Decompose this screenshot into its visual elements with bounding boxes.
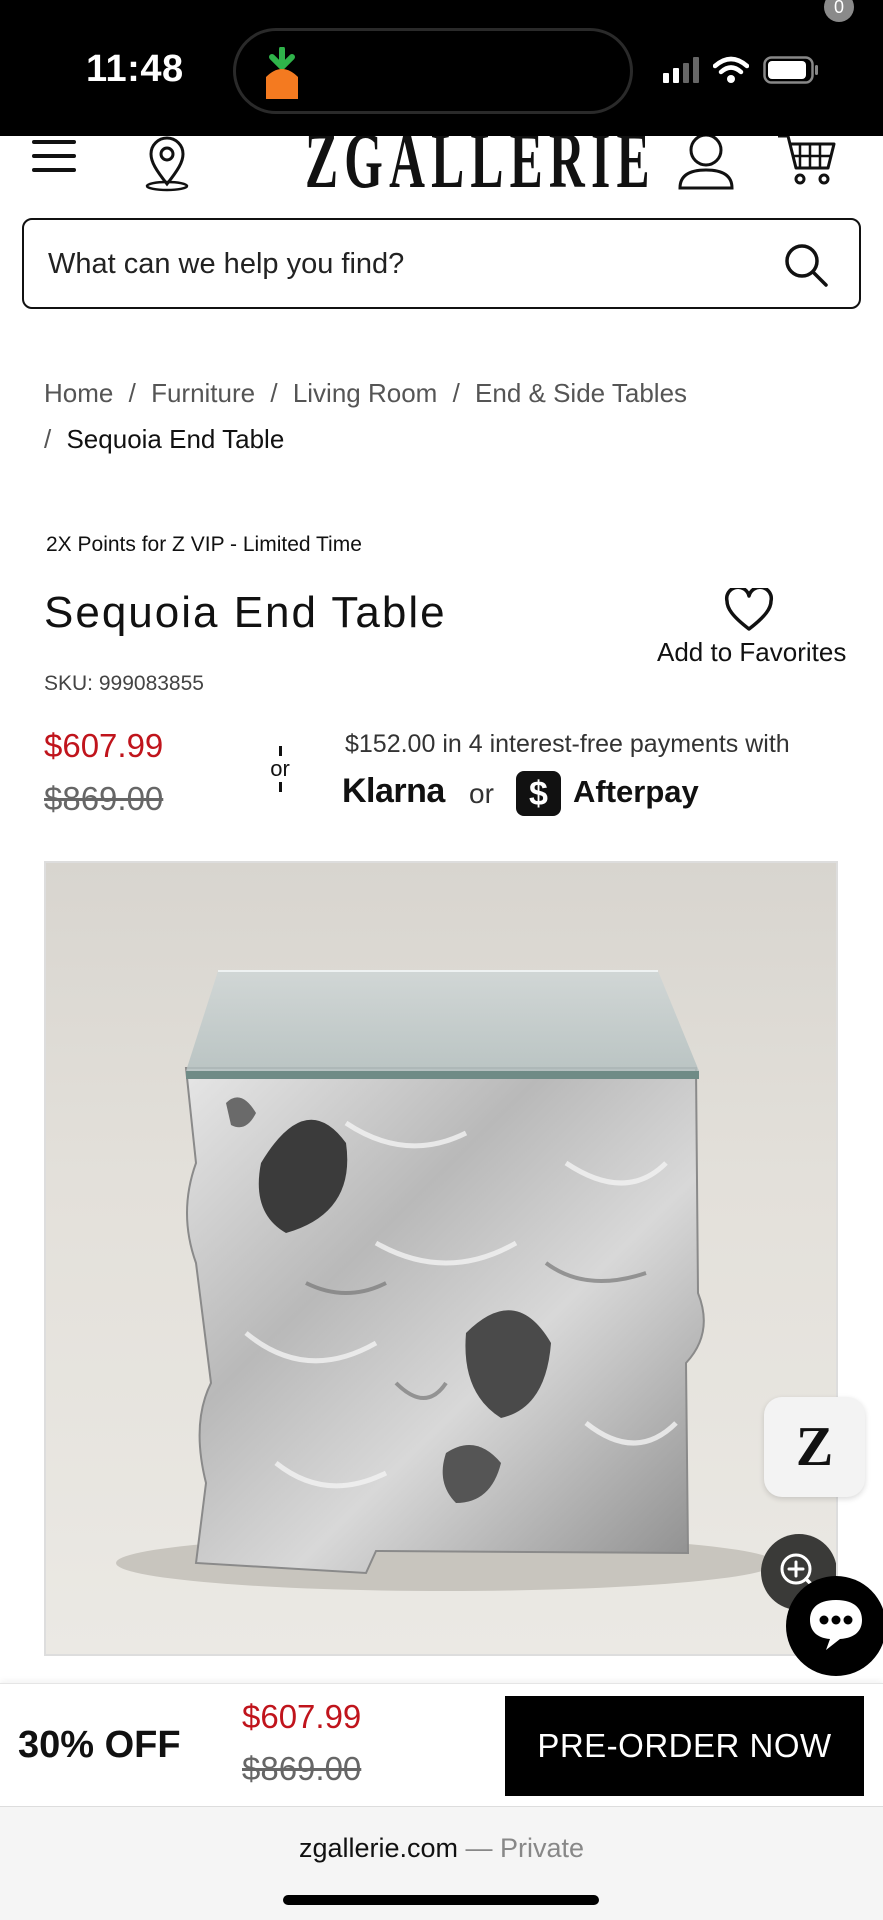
or-label: or [270, 756, 290, 781]
site-header: ZGALLERIE [0, 136, 883, 206]
breadcrumb-furniture[interactable]: Furniture [151, 378, 255, 408]
url-domain: zgallerie.com [298, 1833, 458, 1863]
status-bar: 11:48 [0, 0, 883, 136]
sale-price: $607.99 [44, 727, 164, 764]
z-rewards-badge[interactable]: Z [764, 1397, 865, 1497]
battery-icon [763, 56, 818, 84]
breadcrumb-living-room[interactable]: Living Room [293, 378, 438, 408]
cart-icon[interactable] [776, 136, 838, 188]
product-image[interactable] [44, 861, 838, 1656]
search-input[interactable]: What can we help you find? [22, 218, 861, 309]
promo-text: 2X Points for Z VIP - Limited Time [46, 533, 362, 556]
breadcrumb-current: Sequoia End Table [66, 424, 285, 454]
pre-order-button[interactable]: PRE-ORDER NOW [505, 1696, 864, 1796]
sticky-sale-price: $607.99 [242, 1698, 362, 1735]
search-placeholder: What can we help you find? [48, 248, 405, 280]
breadcrumb-separator: / [128, 378, 136, 408]
original-price: $869.00 [44, 780, 164, 817]
carrot-icon [266, 47, 298, 99]
home-indicator[interactable] [283, 1895, 599, 1905]
breadcrumb-separator: / [452, 378, 460, 408]
menu-icon[interactable] [32, 140, 76, 180]
or-divider: or [265, 746, 295, 796]
chat-bubble-icon [810, 1600, 862, 1650]
discount-label: 30% OFF [18, 1724, 181, 1766]
wifi-icon [713, 56, 749, 83]
product-sku: SKU: 999083855 [44, 672, 204, 695]
installment-text: $152.00 in 4 interest-free payments with [345, 730, 790, 758]
search-icon[interactable] [783, 242, 829, 288]
product-title: Sequoia End Table [44, 588, 447, 637]
heart-icon[interactable] [724, 588, 774, 632]
private-mode-label: — Private [465, 1833, 585, 1863]
url-display[interactable]: zgallerie.com — Private [0, 1833, 883, 1864]
site-logo[interactable]: ZGALLERIE [305, 136, 650, 205]
add-to-favorites-button[interactable]: Add to Favorites [657, 637, 846, 668]
afterpay-logo[interactable]: Afterpay [573, 774, 699, 810]
breadcrumb-home[interactable]: Home [44, 378, 113, 408]
signal-icon [663, 57, 699, 83]
sticky-purchase-bar: 30% OFF $607.99 $869.00 PRE-ORDER NOW [0, 1683, 883, 1806]
account-icon[interactable] [676, 136, 736, 190]
status-icons [663, 56, 819, 84]
dynamic-island [233, 28, 633, 114]
breadcrumb-separator: / [44, 424, 52, 454]
table-illustration [116, 970, 776, 1591]
breadcrumb-end-side-tables[interactable]: End & Side Tables [475, 378, 687, 408]
chat-button[interactable] [786, 1576, 883, 1676]
or-label-small: or [469, 778, 494, 809]
afterpay-icon[interactable]: $ [516, 771, 561, 816]
location-pin-icon[interactable] [142, 136, 192, 192]
breadcrumb-separator: / [270, 378, 278, 408]
sticky-original-price: $869.00 [242, 1750, 362, 1787]
status-time: 11:48 [86, 48, 184, 90]
browser-address-bar[interactable]: zgallerie.com — Private [0, 1806, 883, 1920]
breadcrumb: Home / Furniture / Living Room / End & S… [44, 370, 844, 462]
klarna-logo[interactable]: Klarna [342, 772, 445, 811]
